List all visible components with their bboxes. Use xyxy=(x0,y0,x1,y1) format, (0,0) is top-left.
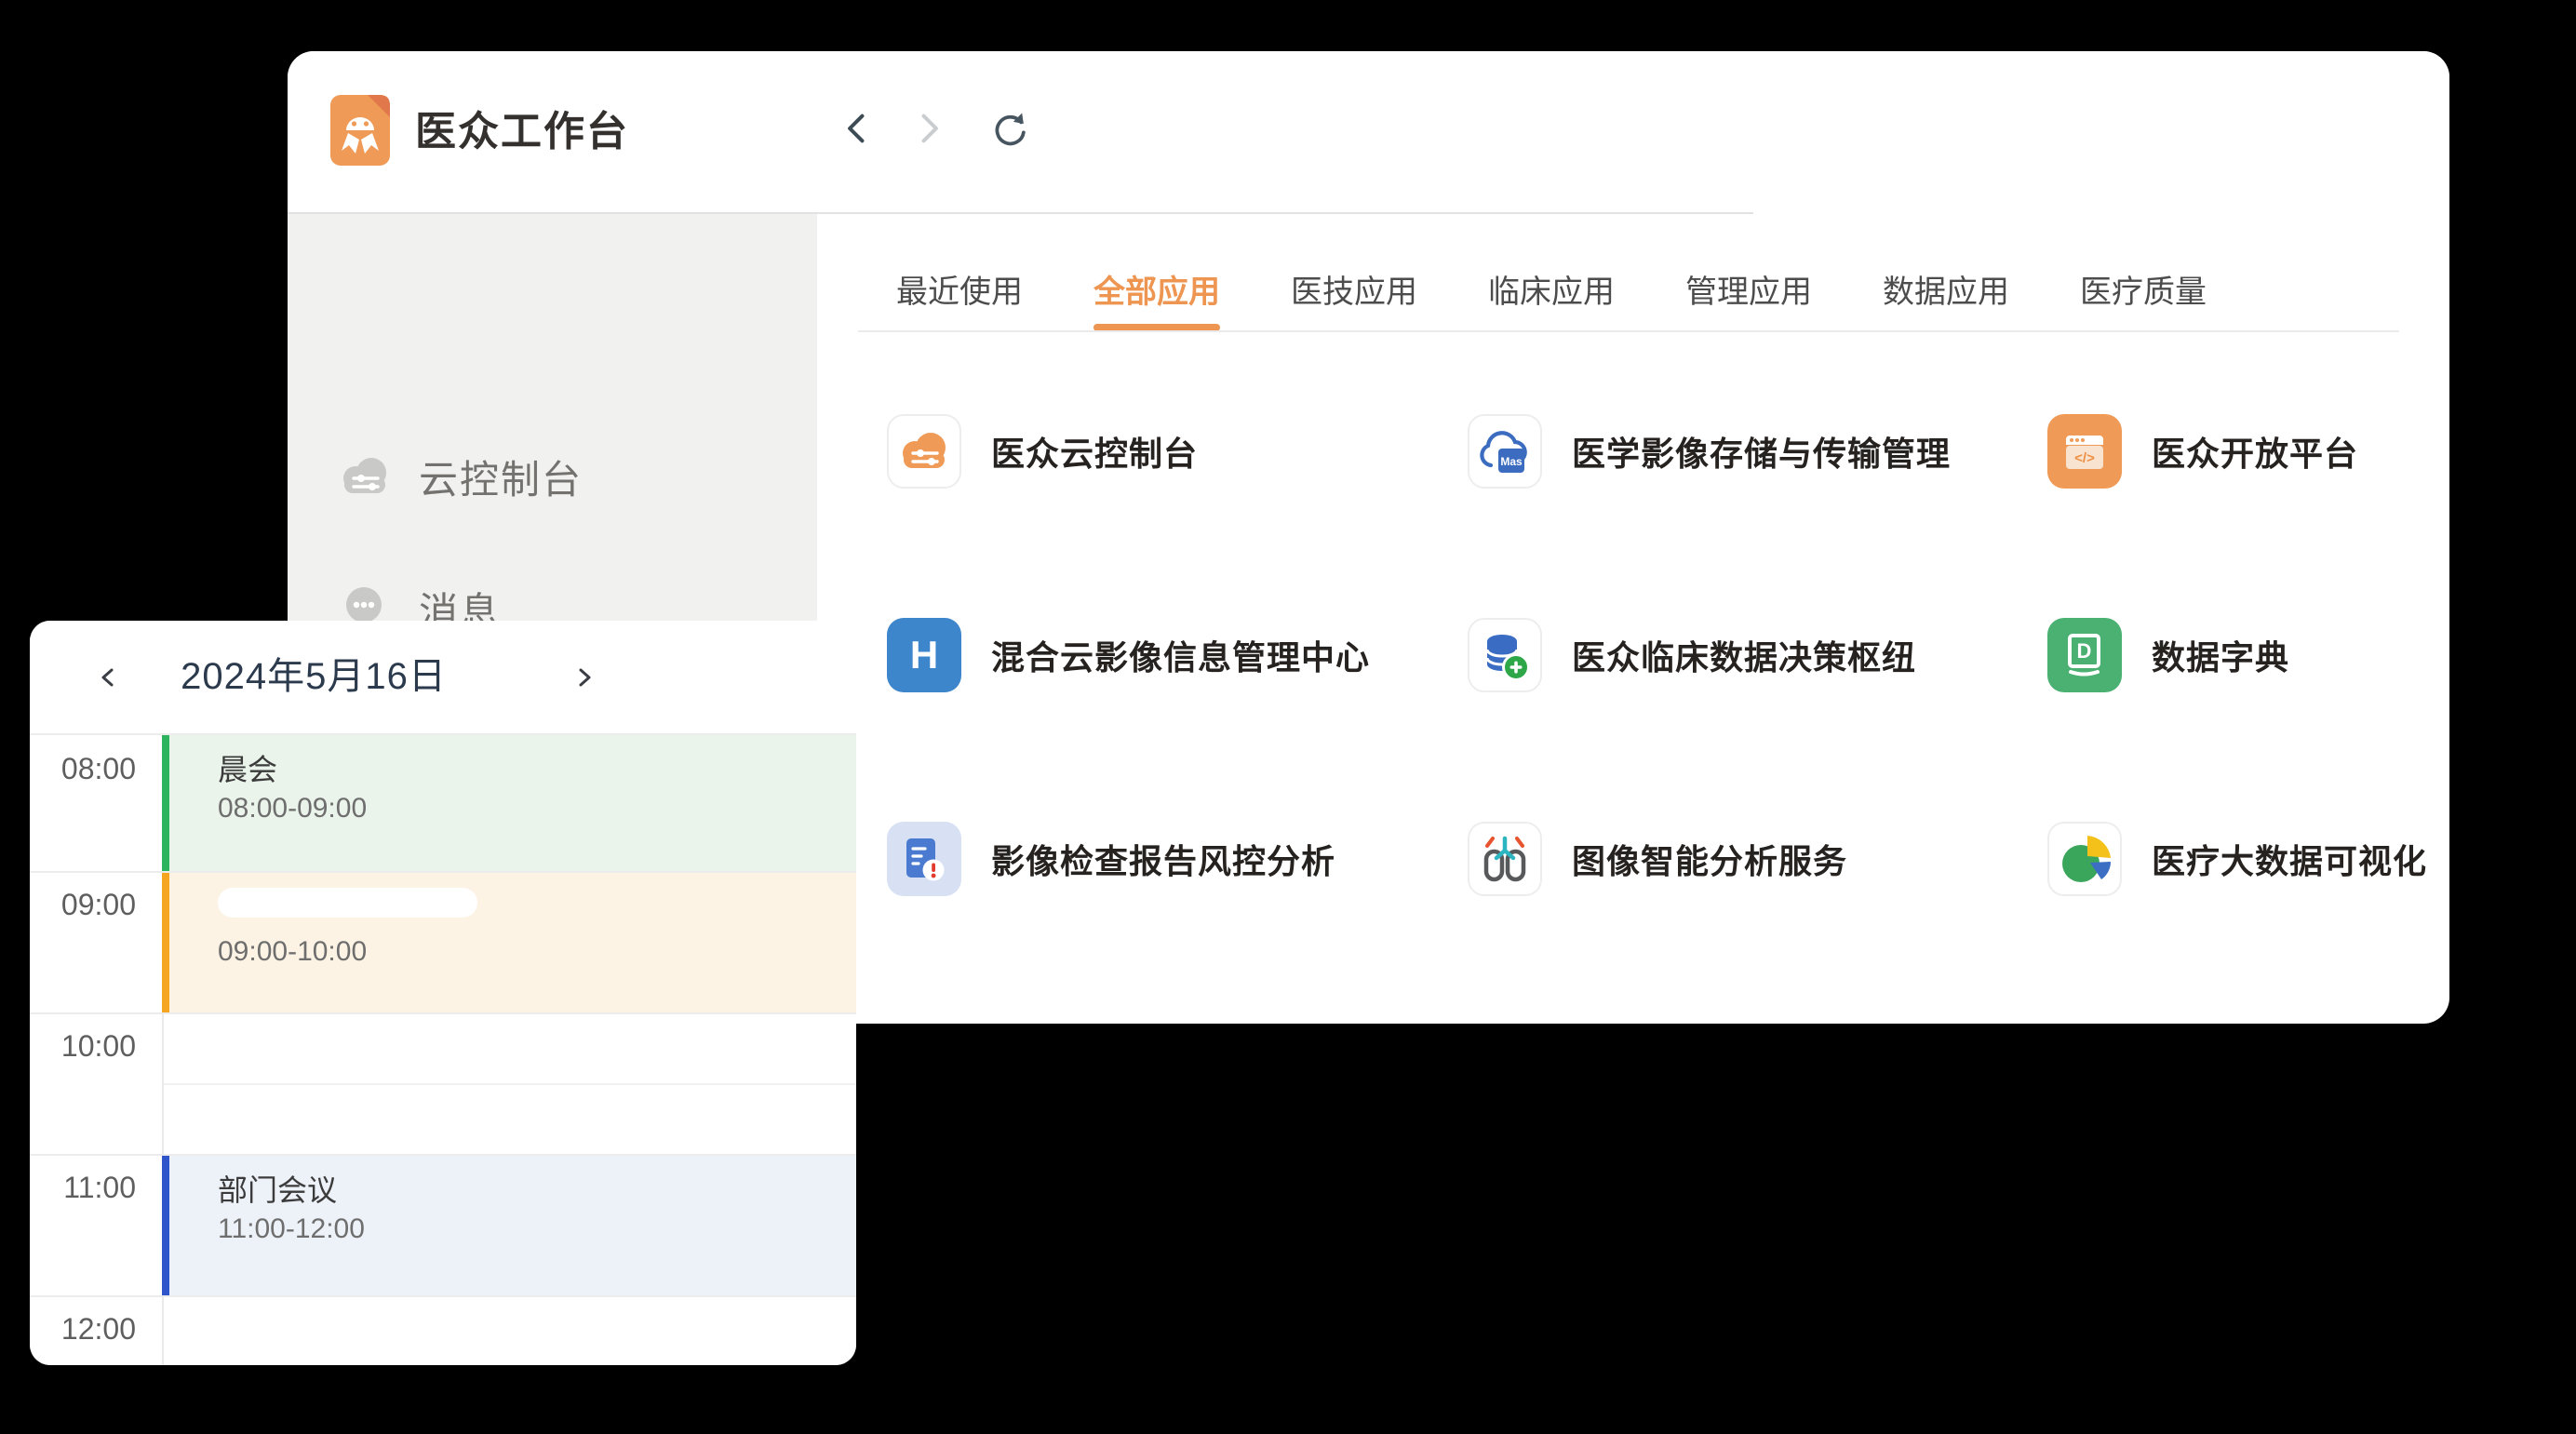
tab-recently-used[interactable]: 最近使用 xyxy=(896,260,1023,331)
tab-quality[interactable]: 医疗质量 xyxy=(2080,260,2207,331)
d-badge-text: D xyxy=(2077,639,2092,663)
tab-medical-tech[interactable]: 医技应用 xyxy=(1291,260,1417,331)
app-tile-label: 图像智能分析服务 xyxy=(1572,835,1847,883)
event-time: 09:00-10:00 xyxy=(218,936,367,968)
chevron-left-icon[interactable] xyxy=(87,656,130,699)
app-title: 医众工作台 xyxy=(415,51,629,212)
lungs-ai-icon xyxy=(1468,822,1542,896)
calendar-event-department-meeting[interactable]: 部门会议 11:00-12:00 xyxy=(162,1156,856,1295)
event-title: 部门会议 xyxy=(218,1167,337,1210)
desktop-background: 医众工作台 xyxy=(0,0,2576,1434)
calendar-date-title: 2024年5月16日 xyxy=(179,621,449,733)
calendar-event-redacted[interactable]: 09:00-10:00 xyxy=(162,873,856,1012)
app-tile-hybrid-cloud-center[interactable]: H 混合云影像信息管理中心 xyxy=(887,618,1370,692)
app-tile-label: 影像检查报告风控分析 xyxy=(991,835,1335,883)
window-header: 医众工作台 xyxy=(288,51,2449,212)
calendar-panel: 2024年5月16日 08:00 09:00 10:00 11:00 12:00 xyxy=(30,621,856,1365)
app-tile-cloud-console[interactable]: 医众云控制台 xyxy=(887,414,1198,489)
app-tile-image-ai-analysis[interactable]: 图像智能分析服务 xyxy=(1468,822,1847,896)
redacted-event-title xyxy=(218,888,477,918)
app-tile-label: 混合云影像信息管理中心 xyxy=(991,631,1370,679)
tab-data[interactable]: 数据应用 xyxy=(1883,260,2009,331)
time-label: 12:00 xyxy=(30,1312,136,1347)
app-tile-image-storage[interactable]: Mas 医学影像存储与传输管理 xyxy=(1468,414,1951,489)
forward-arrow-icon[interactable] xyxy=(906,106,950,151)
report-risk-icon xyxy=(887,822,961,896)
refresh-icon[interactable] xyxy=(987,106,1032,151)
cloud-sliders-icon xyxy=(887,414,961,489)
clinical-database-icon xyxy=(1468,618,1542,692)
code-badge-text: </> xyxy=(2074,450,2095,466)
chevron-right-icon[interactable] xyxy=(562,656,605,699)
sidebar-item-label: 云控制台 xyxy=(419,449,583,505)
pie-chart-icon xyxy=(2047,822,2122,896)
app-tile-label: 医众开放平台 xyxy=(2152,427,2358,476)
calendar-event-morning-meeting[interactable]: 晨会 08:00-09:00 xyxy=(162,735,856,871)
hour-gridline xyxy=(30,1012,856,1014)
h-badge-text: H xyxy=(910,633,938,677)
app-tile-label: 医学影像存储与传输管理 xyxy=(1572,427,1951,476)
app-tile-open-platform[interactable]: </> 医众开放平台 xyxy=(2047,414,2358,489)
app-tile-clinical-data-hub[interactable]: 医众临床数据决策枢纽 xyxy=(1468,618,1916,692)
app-tile-label: 医众云控制台 xyxy=(991,427,1198,476)
calendar-header: 2024年5月16日 xyxy=(30,621,856,733)
mas-badge-text: Mas xyxy=(1500,455,1523,468)
time-label: 11:00 xyxy=(30,1171,136,1205)
tab-clinical[interactable]: 临床应用 xyxy=(1488,260,1615,331)
open-platform-icon: </> xyxy=(2047,414,2122,489)
back-arrow-icon[interactable] xyxy=(836,106,880,151)
tab-management[interactable]: 管理应用 xyxy=(1685,260,1812,331)
app-tile-report-risk-analysis[interactable]: 影像检查报告风控分析 xyxy=(887,822,1335,896)
mas-cloud-icon: Mas xyxy=(1468,414,1542,489)
app-tile-big-data-visualization[interactable]: 医疗大数据可视化 xyxy=(2047,822,2427,896)
time-label: 10:00 xyxy=(30,1029,136,1064)
hour-gridline xyxy=(30,1295,856,1297)
letter-h-icon: H xyxy=(887,618,961,692)
half-hour-gridline xyxy=(164,1083,856,1085)
cloud-console-icon xyxy=(335,447,395,506)
calendar-day-grid: 08:00 09:00 10:00 11:00 12:00 晨会 08:00-0… xyxy=(30,735,856,1365)
workbench-logo-icon xyxy=(330,95,390,166)
time-label: 09:00 xyxy=(30,888,136,922)
time-label: 08:00 xyxy=(30,752,136,786)
event-time: 08:00-09:00 xyxy=(218,793,367,824)
data-dictionary-icon: D xyxy=(2047,618,2122,692)
app-tile-label: 医疗大数据可视化 xyxy=(2152,835,2427,883)
tab-all-apps[interactable]: 全部应用 xyxy=(1093,260,1220,331)
sidebar-item-cloud-console[interactable]: 云控制台 xyxy=(335,447,583,506)
app-category-tabs: 最近使用 全部应用 医技应用 临床应用 管理应用 数据应用 医疗质量 xyxy=(896,260,2207,331)
event-title: 晨会 xyxy=(218,746,277,789)
tabs-divider xyxy=(858,330,2399,332)
app-tile-data-dictionary[interactable]: D 数据字典 xyxy=(2047,618,2289,692)
app-tile-label: 医众临床数据决策枢纽 xyxy=(1572,631,1916,679)
app-tile-label: 数据字典 xyxy=(2152,631,2289,679)
event-time: 11:00-12:00 xyxy=(218,1213,365,1245)
